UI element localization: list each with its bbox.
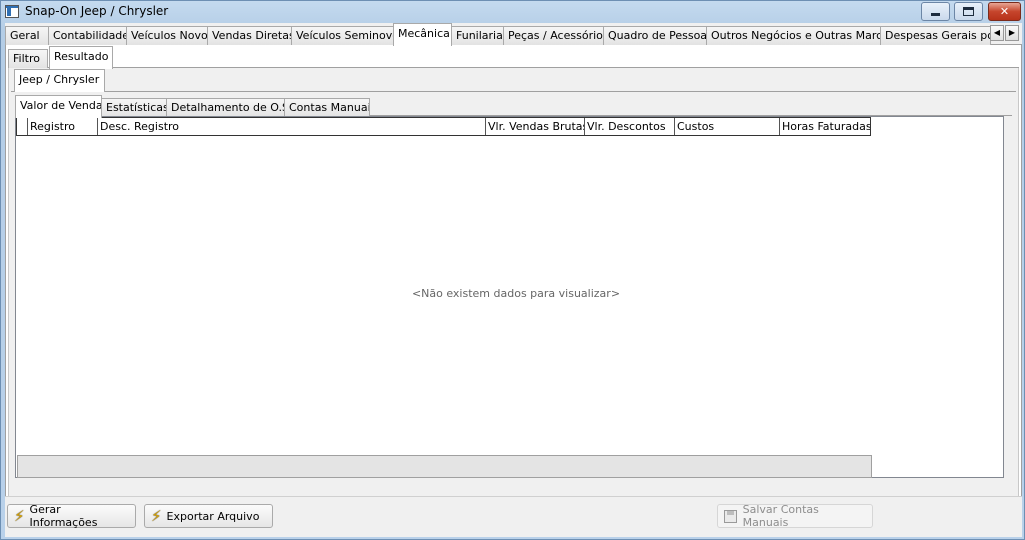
tab-filtro[interactable]: Filtro: [8, 49, 48, 68]
grid-row-indicator-header: [17, 118, 28, 135]
lightning-icon: ⚡: [14, 507, 25, 525]
tab-contas-manuais[interactable]: Contas Manuais: [284, 98, 370, 117]
app-icon: [5, 5, 19, 18]
data-grid: Registro Desc. Registro Vlr. Vendas Brut…: [15, 116, 1004, 478]
grid-header-row: Registro Desc. Registro Vlr. Vendas Brut…: [16, 117, 871, 136]
app-window: Snap-On Jeep / Chrysler ✕ Geral Contabil…: [0, 0, 1025, 540]
column-header-desc-registro[interactable]: Desc. Registro: [98, 118, 486, 135]
window-title: Snap-On Jeep / Chrysler: [25, 4, 169, 18]
close-icon: ✕: [999, 5, 1010, 18]
column-header-vlr-vendas-brutas[interactable]: Vlr. Vendas Brutas: [486, 118, 585, 135]
tab-scroll-left-icon[interactable]: ◀: [990, 25, 1004, 41]
tab-funilaria[interactable]: Funilaria: [451, 26, 504, 45]
main-tabstrip: Geral Contabilidade Veículos Novos Venda…: [5, 23, 1022, 46]
tab-mecanica[interactable]: Mecânica: [393, 23, 452, 46]
tab-detalhamento-os[interactable]: Detalhamento de O.S.: [166, 98, 285, 117]
title-bar: Snap-On Jeep / Chrysler ✕: [1, 1, 1024, 23]
maximize-icon: [963, 7, 974, 16]
save-manual-accounts-label: Salvar Contas Manuais: [742, 503, 819, 529]
maximize-button[interactable]: [954, 2, 983, 21]
column-header-vlr-descontos[interactable]: Vlr. Descontos: [585, 118, 675, 135]
tab-valor-de-vendas[interactable]: Valor de Vendas: [15, 95, 102, 118]
tab-estatisticas[interactable]: Estatísticas: [101, 98, 167, 117]
tab-veiculos-novos[interactable]: Veículos Novos: [126, 26, 208, 45]
brand-panel: Valor de Vendas Estatísticas Detalhament…: [11, 92, 1016, 500]
floppy-disk-icon: [724, 509, 737, 523]
resultado-panel: Jeep / Chrysler Valor de Vendas Estatíst…: [8, 68, 1019, 503]
column-header-custos[interactable]: Custos: [675, 118, 780, 135]
inner-tabstrip: Valor de Vendas Estatísticas Detalhament…: [15, 95, 1012, 118]
tab-veiculos-seminovos[interactable]: Veículos Seminovos: [291, 26, 394, 45]
grid-empty-message: <Não existem dados para visualizar>: [411, 287, 621, 300]
tab-pecas-acessorios[interactable]: Peças / Acessórios: [503, 26, 604, 45]
minimize-icon: [931, 12, 940, 16]
minimize-button[interactable]: [921, 2, 950, 21]
tab-scroll-right-icon[interactable]: ▶: [1005, 25, 1019, 41]
footer-toolbar: ⚡ Gerar Informações ⚡ Exportar Arquivo S…: [5, 496, 1022, 537]
column-header-horas-faturadas[interactable]: Horas Faturadas: [780, 118, 870, 135]
export-file-label: Exportar Arquivo: [166, 509, 260, 523]
close-button[interactable]: ✕: [988, 2, 1021, 21]
lightning-icon: ⚡: [151, 507, 162, 525]
generate-info-label: Gerar Informações: [29, 503, 98, 529]
client-area: Geral Contabilidade Veículos Novos Venda…: [5, 23, 1022, 537]
tab-despesas-gerais[interactable]: Despesas Gerais por De: [880, 26, 991, 45]
save-manual-accounts-button[interactable]: Salvar Contas Manuais: [717, 503, 873, 529]
brand-tabstrip: Jeep / Chrysler: [11, 69, 1016, 92]
mecanica-panel: Filtro Resultado Jeep / Chrysler Valor d…: [5, 45, 1022, 505]
tab-geral[interactable]: Geral: [5, 26, 49, 45]
tab-jeep-chrysler[interactable]: Jeep / Chrysler: [14, 69, 105, 92]
export-file-button[interactable]: ⚡ Exportar Arquivo: [144, 504, 273, 528]
tab-quadro-de-pessoas[interactable]: Quadro de Pessoas: [603, 26, 707, 45]
column-header-registro[interactable]: Registro: [28, 118, 98, 135]
generate-info-button[interactable]: ⚡ Gerar Informações: [7, 503, 136, 529]
sub-tabstrip: Filtro Resultado: [8, 46, 1019, 69]
tab-resultado[interactable]: Resultado: [49, 46, 113, 69]
tab-vendas-diretas[interactable]: Vendas Diretas: [207, 26, 292, 45]
tab-outros-negocios[interactable]: Outros Negócios e Outras Marcas: [706, 26, 881, 45]
grid-footer-bar: [17, 455, 872, 478]
tab-contabilidade[interactable]: Contabilidade: [48, 26, 127, 45]
